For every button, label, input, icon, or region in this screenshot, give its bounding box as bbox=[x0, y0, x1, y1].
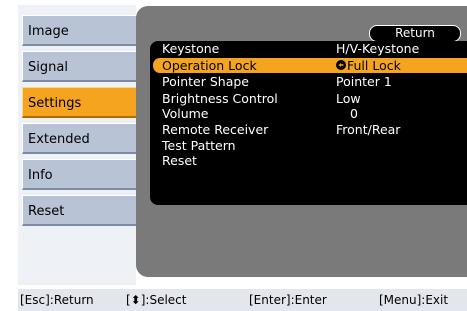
tab-info[interactable]: Info bbox=[22, 159, 148, 190]
help-enter: [Enter]:Enter bbox=[249, 293, 327, 307]
tab-image[interactable]: Image bbox=[22, 15, 148, 46]
setting-value: 0 bbox=[350, 106, 358, 121]
tab-settings[interactable]: Settings bbox=[22, 87, 148, 118]
setting-row-volume[interactable]: Volume 0 bbox=[150, 106, 467, 121]
tab-extended[interactable]: Extended bbox=[22, 123, 148, 154]
setting-label: Operation Lock bbox=[162, 58, 257, 73]
setting-label: Volume bbox=[162, 106, 209, 121]
setting-value: Pointer 1 bbox=[336, 74, 392, 89]
setting-row-brightness-control[interactable]: Brightness Control Low bbox=[150, 91, 467, 106]
help-select: [⬍]:Select bbox=[126, 293, 187, 307]
setting-label: Pointer Shape bbox=[162, 74, 249, 89]
settings-panel: Return Keystone H/V-Keystone Operation L… bbox=[136, 6, 467, 277]
setting-row-test-pattern[interactable]: Test Pattern bbox=[150, 138, 467, 153]
setting-label: Remote Receiver bbox=[162, 122, 269, 137]
setting-label: Test Pattern bbox=[162, 138, 236, 153]
setting-row-pointer-shape[interactable]: Pointer Shape Pointer 1 bbox=[150, 74, 467, 89]
help-esc: [Esc]:Return bbox=[20, 293, 94, 307]
setting-row-reset[interactable]: Reset bbox=[150, 153, 467, 168]
help-bar: [Esc]:Return [⬍]:Select [Enter]:Enter [M… bbox=[18, 289, 467, 311]
setting-value: Low bbox=[336, 91, 361, 106]
return-button[interactable]: Return bbox=[369, 25, 461, 42]
setting-value: Front/Rear bbox=[336, 122, 401, 137]
setting-label: Reset bbox=[162, 153, 197, 168]
setting-value: Full Lock bbox=[347, 58, 401, 73]
setting-row-operation-lock[interactable]: Operation Lock Full Lock bbox=[153, 58, 467, 73]
enter-arrow-icon bbox=[336, 58, 346, 73]
setting-row-remote-receiver[interactable]: Remote Receiver Front/Rear bbox=[150, 122, 467, 137]
settings-list: Keystone H/V-Keystone Operation Lock Ful… bbox=[150, 41, 467, 205]
help-menu: [Menu]:Exit bbox=[379, 293, 449, 307]
setting-value: H/V-Keystone bbox=[336, 41, 420, 56]
menu-tab-column: Image Signal Settings Extended Info Rese… bbox=[18, 5, 148, 285]
setting-label: Keystone bbox=[162, 41, 220, 56]
tab-reset[interactable]: Reset bbox=[22, 195, 148, 226]
setting-row-keystone[interactable]: Keystone H/V-Keystone bbox=[150, 41, 467, 56]
setting-value-wrap: Full Lock bbox=[336, 58, 401, 73]
left-margin bbox=[0, 0, 18, 311]
tab-signal[interactable]: Signal bbox=[22, 51, 148, 82]
setting-label: Brightness Control bbox=[162, 91, 278, 106]
